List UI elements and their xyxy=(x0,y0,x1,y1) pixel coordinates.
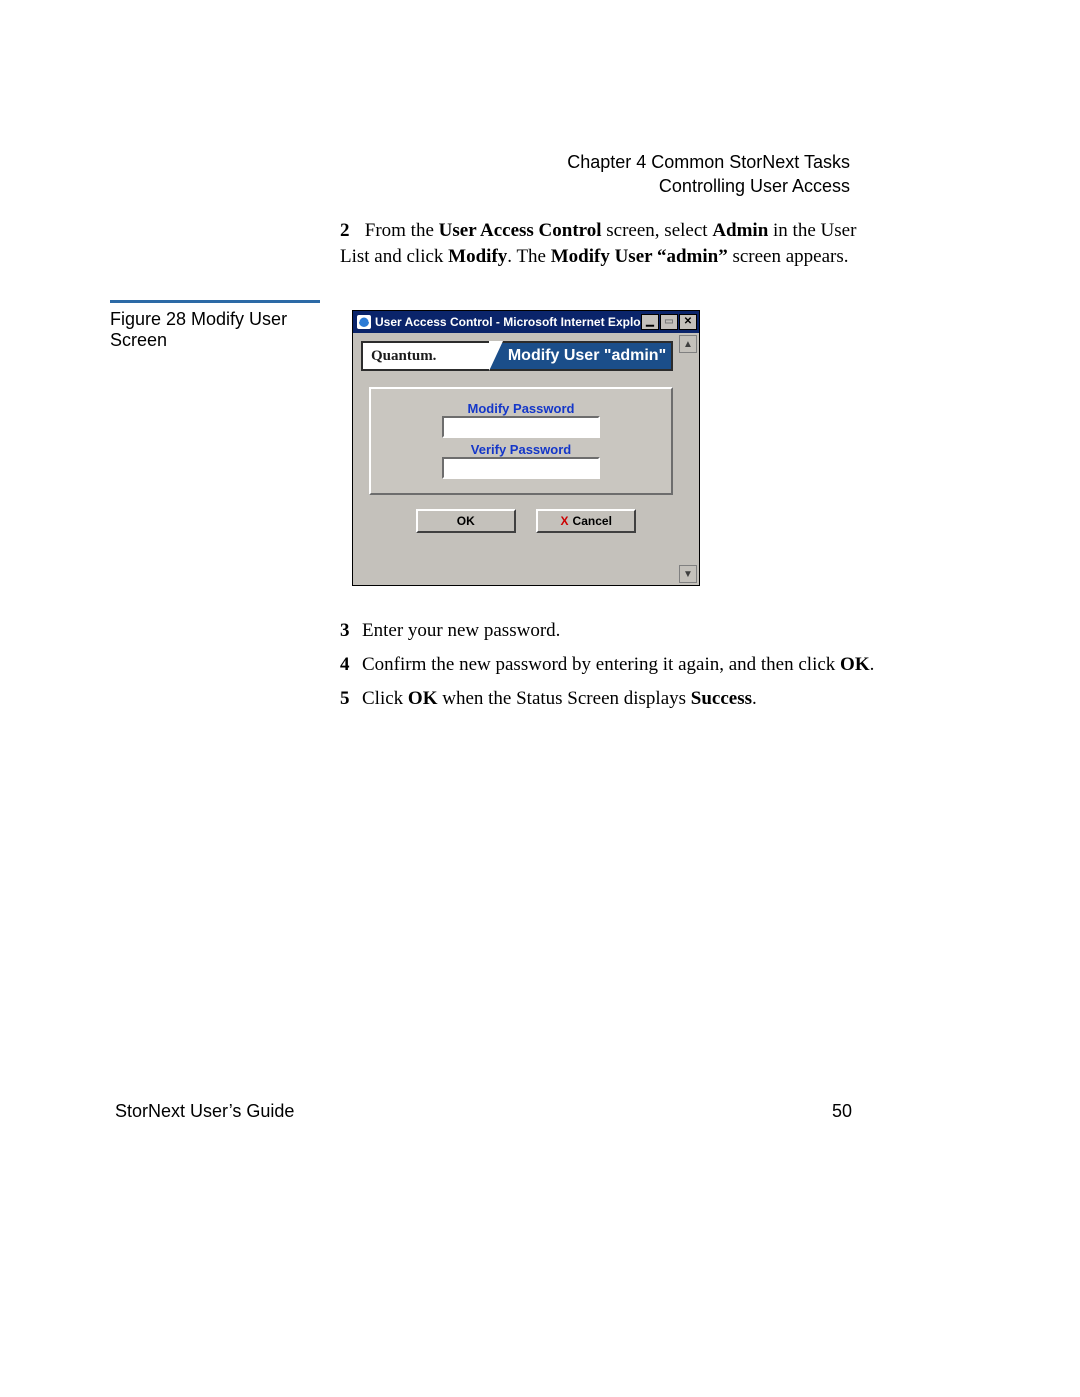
verify-password-input[interactable] xyxy=(442,457,600,479)
step-4-text: Confirm the new password by entering it … xyxy=(362,648,900,682)
section-title: Controlling User Access xyxy=(567,174,850,198)
step-2-text: From the User Access Control screen, sel… xyxy=(340,220,856,267)
step-2-number: 2 xyxy=(340,218,360,244)
ok-button[interactable]: OK xyxy=(416,509,516,533)
running-header: Chapter 4 Common StorNext Tasks Controll… xyxy=(567,150,850,198)
step-5-text: Click OK when the Status Screen displays… xyxy=(362,682,900,716)
figure-caption: Figure 28 Modify User Screen xyxy=(110,309,320,351)
step-3-number: 3 xyxy=(340,614,362,648)
step-5-number: 5 xyxy=(340,682,362,716)
brand-logo: Quantum. xyxy=(361,341,489,371)
scroll-up-button[interactable]: ▲ xyxy=(679,335,697,353)
footer-page-number: 50 xyxy=(832,1101,852,1122)
cancel-x-icon: X xyxy=(561,514,569,528)
step-2: 2 From the User Access Control screen, s… xyxy=(340,218,875,270)
step-5: 5 Click OK when the Status Screen displa… xyxy=(340,682,900,716)
button-row: OK X Cancel xyxy=(361,509,691,533)
modify-user-window: User Access Control - Microsoft Internet… xyxy=(352,310,700,586)
step-3-text: Enter your new password. xyxy=(362,614,900,648)
window-titlebar[interactable]: User Access Control - Microsoft Internet… xyxy=(353,311,699,333)
chapter-title: Chapter 4 Common StorNext Tasks xyxy=(567,150,850,174)
figure-caption-block: Figure 28 Modify User Screen xyxy=(110,300,320,351)
minimize-button[interactable]: ▁ xyxy=(641,314,659,330)
ie-icon xyxy=(357,315,371,329)
modify-password-label: Modify Password xyxy=(381,401,661,416)
verify-password-label: Verify Password xyxy=(381,442,661,457)
window-title: User Access Control - Microsoft Internet… xyxy=(375,315,641,329)
step-4: 4 Confirm the new password by entering i… xyxy=(340,648,900,682)
close-button[interactable]: ✕ xyxy=(679,314,697,330)
cancel-button-label: Cancel xyxy=(573,514,612,528)
panel-title: Modify User "admin" xyxy=(489,341,673,371)
step-3: 3 Enter your new password. xyxy=(340,614,900,648)
steps-3-5: 3 Enter your new password. 4 Confirm the… xyxy=(340,614,900,716)
window-body: ▲ Quantum. Modify User "admin" Modify Pa… xyxy=(353,333,699,585)
password-form: Modify Password Verify Password xyxy=(369,387,673,495)
cancel-button[interactable]: X Cancel xyxy=(536,509,636,533)
figure-rule xyxy=(110,300,320,303)
footer-guide-title: StorNext User’s Guide xyxy=(115,1101,294,1122)
step-4-number: 4 xyxy=(340,648,362,682)
panel-header: Quantum. Modify User "admin" xyxy=(361,341,673,371)
scroll-down-button[interactable]: ▼ xyxy=(679,565,697,583)
modify-password-input[interactable] xyxy=(442,416,600,438)
restore-button[interactable]: ▭ xyxy=(660,314,678,330)
